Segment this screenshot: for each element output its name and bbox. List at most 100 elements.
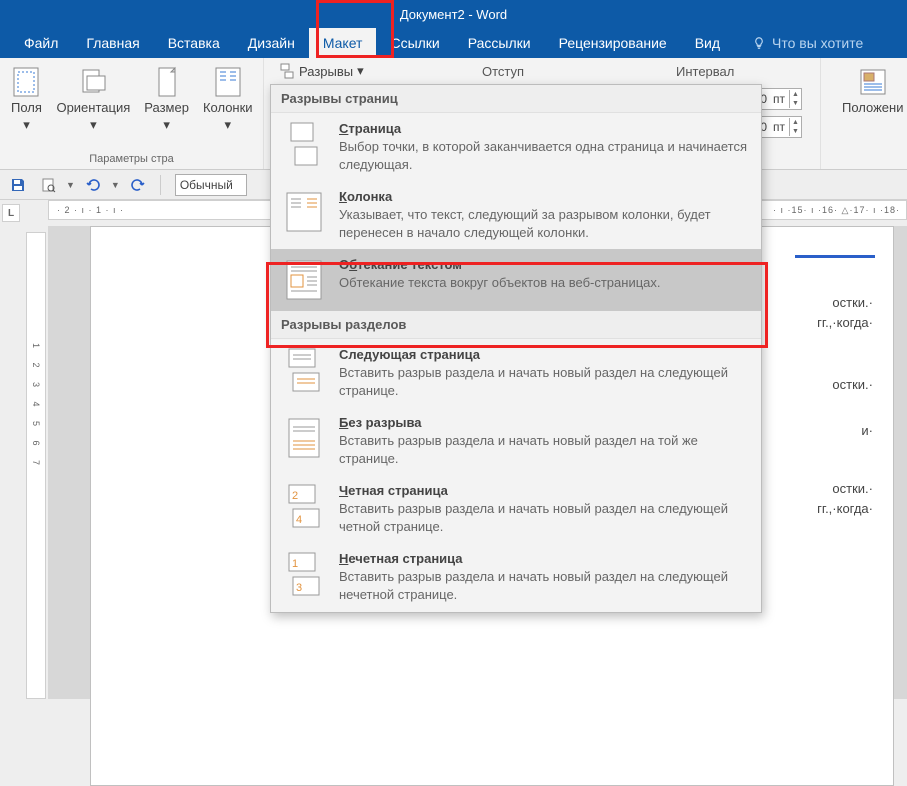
tell-me-label: Что вы хотите: [772, 35, 863, 51]
doc-frag-3: остки.·: [832, 375, 873, 395]
menu-item-title: Колонка: [339, 189, 749, 204]
continuous-icon: [283, 415, 325, 461]
menu-item-title: Страница: [339, 121, 749, 136]
menu-item-title: Без разрыва: [339, 415, 749, 430]
group-page-setup: Поля ▾ Ориентация ▾ Размер ▾: [0, 58, 264, 169]
next-page-icon: [283, 347, 325, 393]
tab-view[interactable]: Вид: [681, 28, 734, 58]
menu-item-continuous[interactable]: Без разрыва Вставить разрыв раздела и на…: [271, 407, 761, 475]
ruler-v-marks: 1 2 3 4 5 6 7: [31, 343, 41, 471]
size-label: Размер: [144, 100, 189, 115]
title-bar: Документ2 - Word: [0, 0, 907, 28]
menu-item-column[interactable]: Колонка Указывает, что текст, следующий …: [271, 181, 761, 249]
text-wrap-icon: [283, 257, 325, 303]
doc-frag-6: гг.,·когда·: [817, 499, 873, 519]
columns-button[interactable]: Колонки ▾: [199, 66, 257, 133]
svg-text:2: 2: [292, 490, 298, 502]
tab-insert[interactable]: Вставка: [154, 28, 234, 58]
columns-label: Колонки: [203, 100, 253, 115]
dropdown-icon: ▾: [224, 117, 231, 133]
svg-text:4: 4: [296, 514, 302, 526]
menu-item-desc: Обтекание текста вокруг объектов на веб-…: [339, 274, 749, 292]
dropdown-icon[interactable]: ▼: [111, 180, 120, 190]
dropdown-icon: ▾: [357, 63, 364, 79]
menu-item-text-wrap[interactable]: Обтекание текстом Обтекание текста вокру…: [271, 249, 761, 311]
page-setup-label-text: Параметры стра: [89, 153, 173, 165]
doc-frag-5: остки.·: [832, 479, 873, 499]
menu-item-title: Следующая страница: [339, 347, 749, 362]
doc-frag-2: гг.,·когда·: [817, 313, 873, 333]
even-page-icon: 24: [283, 483, 325, 529]
dropdown-icon: ▾: [163, 117, 170, 133]
svg-text:3: 3: [296, 582, 302, 594]
margins-button[interactable]: Поля ▾: [6, 66, 46, 133]
menu-item-next-page[interactable]: Следующая страница Вставить разрыв разде…: [271, 339, 761, 407]
size-icon: [151, 66, 183, 98]
breaks-icon: [279, 63, 295, 79]
breaks-menu: Разрывы страниц Страница Выбор точки, в …: [270, 84, 762, 613]
redo-button[interactable]: [126, 173, 150, 197]
svg-text:1: 1: [292, 558, 298, 570]
columns-icon: [212, 66, 244, 98]
page-break-icon: [283, 121, 325, 167]
orientation-label: Ориентация: [56, 100, 130, 115]
position-button[interactable]: Положени: [838, 66, 907, 115]
doc-frag-1: остки.·: [832, 293, 873, 313]
tab-references[interactable]: Ссылки: [376, 28, 453, 58]
dropdown-icon: ▾: [90, 117, 97, 133]
dropdown-icon: ▾: [23, 117, 30, 133]
breaks-label: Разрывы: [299, 64, 353, 79]
spacing-unit: пт: [773, 120, 789, 134]
menu-item-title: Четная страница: [339, 483, 749, 498]
tab-review[interactable]: Рецензирование: [545, 28, 681, 58]
position-icon: [857, 66, 889, 98]
column-break-icon: [283, 189, 325, 235]
dropdown-icon[interactable]: ▼: [66, 180, 75, 190]
print-preview-button[interactable]: [36, 173, 60, 197]
position-label: Положени: [842, 100, 903, 115]
style-selector[interactable]: Обычный: [175, 174, 247, 196]
breaks-dropdown[interactable]: Разрывы ▾: [273, 61, 370, 81]
size-button[interactable]: Размер ▾: [140, 66, 193, 133]
ruler-tail: · ı ·15· ı ·16· △·17· ı ·18·: [773, 205, 900, 216]
tab-home[interactable]: Главная: [72, 28, 153, 58]
menu-item-desc: Указывает, что текст, следующий за разры…: [339, 206, 749, 241]
menu-item-desc: Вставить разрыв раздела и начать новый р…: [339, 364, 749, 399]
tab-file[interactable]: Файл: [10, 28, 72, 58]
menu-item-title: Обтекание текстом: [339, 257, 749, 272]
ribbon-tabs: Файл Главная Вставка Дизайн Макет Ссылки…: [0, 28, 907, 58]
spacing-unit: пт: [773, 92, 789, 106]
margins-icon: [10, 66, 42, 98]
menu-item-page[interactable]: Страница Выбор точки, в которой заканчив…: [271, 113, 761, 181]
selection-line: [795, 255, 875, 258]
window-title: Документ2 - Word: [400, 7, 507, 22]
page-setup-group-label: Параметры стра: [83, 151, 179, 167]
breaks-menu-header-page: Разрывы страниц: [271, 85, 761, 113]
lightbulb-icon: [752, 36, 766, 50]
spacing-label: Интервал: [676, 64, 734, 79]
menu-item-title: Нечетная страница: [339, 551, 749, 566]
vertical-ruler[interactable]: 1 2 3 4 5 6 7: [26, 232, 46, 699]
undo-button[interactable]: [81, 173, 105, 197]
ruler-text: · 2 · ı · 1 · ı ·: [57, 205, 124, 215]
save-button[interactable]: [6, 173, 30, 197]
spinner[interactable]: ▲▼: [789, 90, 801, 108]
menu-item-desc: Вставить разрыв раздела и начать новый р…: [339, 432, 749, 467]
menu-item-even-page[interactable]: 24 Четная страница Вставить разрыв разде…: [271, 475, 761, 543]
orientation-button[interactable]: Ориентация ▾: [52, 66, 134, 133]
tell-me[interactable]: Что вы хотите: [734, 28, 863, 58]
margins-label: Поля: [11, 100, 42, 115]
doc-frag-4: и·: [861, 421, 873, 441]
style-value: Обычный: [180, 178, 233, 192]
tab-design[interactable]: Дизайн: [234, 28, 309, 58]
menu-item-desc: Выбор точки, в которой заканчивается одн…: [339, 138, 749, 173]
menu-item-odd-page[interactable]: 13 Нечетная страница Вставить разрыв раз…: [271, 543, 761, 611]
orientation-icon: [77, 66, 109, 98]
tab-layout[interactable]: Макет: [309, 28, 377, 58]
tab-mailings[interactable]: Рассылки: [454, 28, 545, 58]
odd-page-icon: 13: [283, 551, 325, 597]
breaks-menu-header-section: Разрывы разделов: [271, 311, 761, 339]
spinner[interactable]: ▲▼: [789, 118, 801, 136]
menu-item-desc: Вставить разрыв раздела и начать новый р…: [339, 500, 749, 535]
indent-label: Отступ: [482, 64, 524, 79]
